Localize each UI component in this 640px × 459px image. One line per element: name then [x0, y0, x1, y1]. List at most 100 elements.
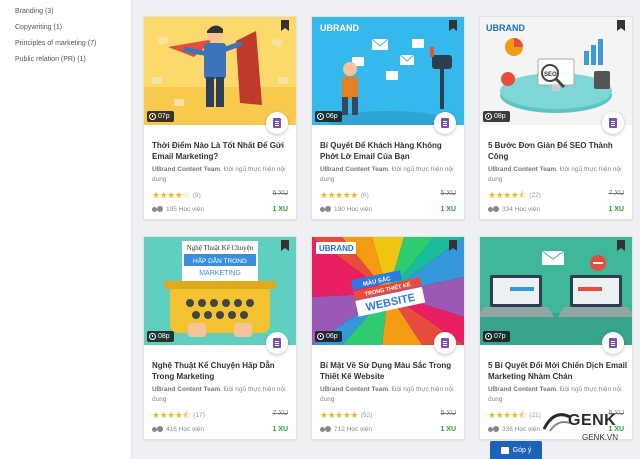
course-author: UBrand Content Team, Đội ngũ thực hiện n… — [320, 166, 454, 183]
original-price: 6 XU — [272, 190, 288, 197]
course-card[interactable]: 07p Thời Điểm Nào Là Tốt Nhất Để Gửi Ema… — [143, 16, 297, 220]
bookmark-icon[interactable] — [281, 240, 289, 251]
thumbnail-illustration-typewriter: Nghệ Thuật Kể Chuyện HẤP DẪN TRONG MARKE… — [144, 237, 296, 345]
course-title[interactable]: 5 Bí Quyết Đổi Mới Chiến Dịch Email Mark… — [488, 360, 628, 382]
clock-icon — [149, 113, 156, 120]
course-author: UBrand Content Team, Đội ngũ thực hiện n… — [152, 386, 286, 403]
users-icon — [320, 426, 331, 433]
course-author: UBrand Content Team, Đội ngũ thực hiện n… — [152, 166, 286, 183]
thumbnail-illustration-seo: SEO UBRAND — [480, 17, 632, 125]
sale-price: 1 XU — [272, 206, 288, 213]
duration-badge: 08p — [483, 111, 510, 122]
sale-price: 1 XU — [608, 206, 624, 213]
course-author: UBrand Content Team, Đội ngũ thực hiện n… — [488, 386, 622, 403]
category-item-principles-of-marketing[interactable]: Principles of marketing (7) — [0, 37, 131, 53]
star-rating-icon: ★★★★⯪ — [152, 410, 191, 420]
category-list: Branding (3) Copywriting (1) Principles … — [0, 0, 131, 69]
thumbnail-illustration-laptops-email — [480, 237, 632, 345]
thumbnail-illustration-man-paper-plane — [144, 17, 296, 125]
chat-icon — [500, 446, 509, 454]
star-rating-icon: ★★★★☆ — [152, 190, 190, 200]
clock-icon — [149, 333, 156, 340]
original-price: 5 XU — [440, 190, 456, 197]
svg-text:SEO: SEO — [544, 72, 557, 78]
ubrand-logo: UBRAND — [320, 23, 359, 33]
course-author: UBrand Content Team, Đội ngũ thực hiện n… — [488, 166, 622, 183]
thumbnail-illustration-color-website: MÀU SẮC TRONG THIẾT KẾ WEBSITE UBRAND — [312, 237, 464, 345]
course-card[interactable]: UBRAND 06p Bí Quyết Để Khách Hàng Không … — [311, 16, 465, 220]
document-icon — [434, 112, 456, 134]
star-rating-icon: ★★★★★ — [320, 410, 358, 420]
genk-watermark: GENK GENK.VN — [542, 409, 632, 445]
course-rating: ★★★★★ (52) — [320, 410, 373, 420]
clock-icon — [317, 333, 324, 340]
sale-price: 1 XU — [440, 206, 456, 213]
category-item-branding[interactable]: Branding (3) — [0, 5, 131, 21]
bookmark-icon[interactable] — [617, 240, 625, 251]
bookmark-icon[interactable] — [617, 20, 625, 31]
duration-badge: 07p — [147, 111, 174, 122]
category-item-public-relation[interactable]: Public relation (PR) (1) — [0, 53, 131, 69]
category-sidebar: Branding (3) Copywriting (1) Principles … — [0, 0, 132, 459]
thumbnail-illustration-email-man: UBRAND — [312, 17, 464, 125]
duration-badge: 06p — [315, 331, 342, 342]
duration-badge: 06p — [315, 111, 342, 122]
bookmark-icon[interactable] — [281, 20, 289, 31]
clock-icon — [485, 113, 492, 120]
duration-badge: 07p — [483, 331, 510, 342]
clock-icon — [485, 333, 492, 340]
course-thumbnail[interactable]: UBRAND 06p — [312, 17, 464, 125]
document-icon — [602, 112, 624, 134]
course-card[interactable]: MÀU SẮC TRONG THIẾT KẾ WEBSITE UBRAND 06… — [311, 236, 465, 440]
star-rating-icon: ★★★★⯪ — [488, 410, 527, 420]
users-icon — [152, 426, 163, 433]
course-thumbnail[interactable]: 07p — [480, 237, 632, 345]
course-title[interactable]: 5 Bước Đơn Giản Để SEO Thành Công — [488, 140, 628, 162]
star-rating-icon: ★★★★★ — [320, 190, 358, 200]
thumbnail-caption: MARKETING — [199, 270, 241, 277]
course-title[interactable]: Thời Điểm Nào Là Tốt Nhất Để Gửi Email M… — [152, 140, 292, 162]
users-icon — [488, 426, 499, 433]
course-rating: ★★★★★ (6) — [320, 190, 369, 200]
course-thumbnail[interactable]: Nghệ Thuật Kể Chuyện HẤP DẪN TRONG MARKE… — [144, 237, 296, 345]
genk-site-text: GENK.VN — [582, 433, 619, 442]
student-count: 416 Học viên — [152, 426, 204, 433]
thumbnail-caption: Nghệ Thuật Kể Chuyện — [187, 244, 254, 252]
original-price: 7 XU — [272, 410, 288, 417]
sale-price: 1 XU — [440, 426, 456, 433]
course-card[interactable]: SEO UBRAND 08p 5 Bước Đơn Giản Để SEO Th… — [479, 16, 633, 220]
course-title[interactable]: Nghệ Thuật Kể Chuyện Hấp Dẫn Trong Marke… — [152, 360, 292, 382]
course-thumbnail[interactable]: SEO UBRAND 08p — [480, 17, 632, 125]
star-rating-icon: ★★★★⯪ — [488, 190, 527, 200]
document-icon — [434, 332, 456, 354]
student-count: 190 Học viên — [320, 206, 372, 213]
student-count: 712 Học viên — [320, 426, 372, 433]
genk-logo-text: GENK — [568, 412, 617, 429]
course-author: UBrand Content Team, Đội ngũ thực hiện n… — [320, 386, 454, 403]
document-icon — [266, 112, 288, 134]
course-listing: 07p Thời Điểm Nào Là Tốt Nhất Để Gửi Ema… — [133, 0, 640, 459]
original-price: 5 XU — [440, 410, 456, 417]
course-title[interactable]: Bí Quyết Để Khách Hàng Không Phớt Lờ Ema… — [320, 140, 460, 162]
course-thumbnail[interactable]: 07p — [144, 17, 296, 125]
original-price: 7 XU — [608, 190, 624, 197]
course-thumbnail[interactable]: MÀU SẮC TRONG THIẾT KẾ WEBSITE UBRAND 06… — [312, 237, 464, 345]
student-count: 336 Học viên — [488, 426, 540, 433]
course-title[interactable]: Bí Mật Về Sử Dụng Màu Sắc Trong Thiết Kế… — [320, 360, 460, 382]
users-icon — [488, 206, 499, 213]
clock-icon — [317, 113, 324, 120]
student-count: 195 Học viên — [152, 206, 204, 213]
course-rating: ★★★★⯪ (17) — [152, 410, 205, 420]
ubrand-logo: UBRAND — [486, 23, 525, 33]
duration-badge: 08p — [147, 331, 174, 342]
users-icon — [320, 206, 331, 213]
course-card[interactable]: Nghệ Thuật Kể Chuyện HẤP DẪN TRONG MARKE… — [143, 236, 297, 440]
bookmark-icon[interactable] — [449, 20, 457, 31]
ubrand-logo: UBRAND — [319, 244, 354, 253]
category-item-copywriting[interactable]: Copywriting (1) — [0, 21, 131, 37]
feedback-button[interactable]: Góp ý — [490, 441, 542, 459]
users-icon — [152, 206, 163, 213]
sale-price: 1 XU — [272, 426, 288, 433]
document-icon — [602, 332, 624, 354]
bookmark-icon[interactable] — [449, 240, 457, 251]
